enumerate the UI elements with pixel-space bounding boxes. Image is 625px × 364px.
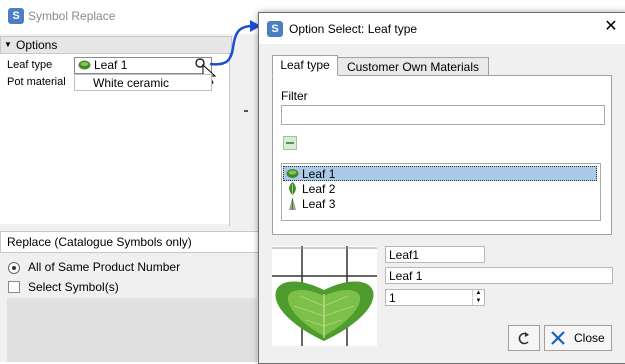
code-field[interactable]: Leaf1 [385,246,485,263]
reset-icon [518,332,529,345]
quantity-stepper[interactable]: 1 [385,289,485,306]
radio-dot [12,266,16,270]
leaf-preview-image [272,246,377,346]
pot-material-value: White ceramic [93,76,170,90]
select-symbols-checkbox[interactable] [8,281,20,293]
property-label-pot-material: Pot material [7,76,66,88]
leaf-icon [78,60,91,70]
checkbox-label: Select Symbol(s) [28,280,119,294]
tab-customer-own-materials[interactable]: Customer Own Materials [337,57,489,76]
leaf-preview-graphic [272,246,377,346]
filter-label: Filter [281,89,308,103]
leaf-icon [286,169,299,178]
tab-leaf-type[interactable]: Leaf type [272,55,338,76]
symbol-list-area [7,298,257,362]
radio-label: All of Same Product Number [28,260,181,274]
close-x-icon [551,331,565,345]
spin-up-icon[interactable]: ▲ [472,290,484,297]
collapse-triangle-icon[interactable]: ▼ [4,40,12,49]
splitter-handle[interactable] [244,110,248,112]
replace-header-label: Replace (Catalogue Symbols only) [7,235,192,249]
collapse-icon[interactable] [283,136,297,150]
leaf-icon [289,197,296,210]
options-label: Options [16,38,58,52]
leaf-type-value: Leaf 1 [94,58,128,72]
window-title: Symbol Replace [28,9,116,23]
dialog-title: Option Select: Leaf type [289,22,418,36]
app-logo-icon: S [267,21,283,37]
leaf-icon [289,182,296,195]
app-logo-icon: S [8,8,24,24]
spin-down-icon[interactable]: ▼ [472,298,484,305]
name-field[interactable]: Leaf 1 [385,267,613,284]
list-item-label: Leaf 2 [302,182,336,196]
close-x-icon[interactable]: ✕ [600,16,622,38]
close-button-label: Close [574,331,605,345]
property-label-leaf-type: Leaf type [7,59,53,71]
reset-button[interactable] [508,325,540,351]
list-item-label: Leaf 3 [302,197,336,211]
all-same-product-radio[interactable] [8,262,20,274]
panel-divider [229,54,230,226]
filter-input[interactable] [281,105,605,125]
list-item-label: Leaf 1 [302,167,336,181]
